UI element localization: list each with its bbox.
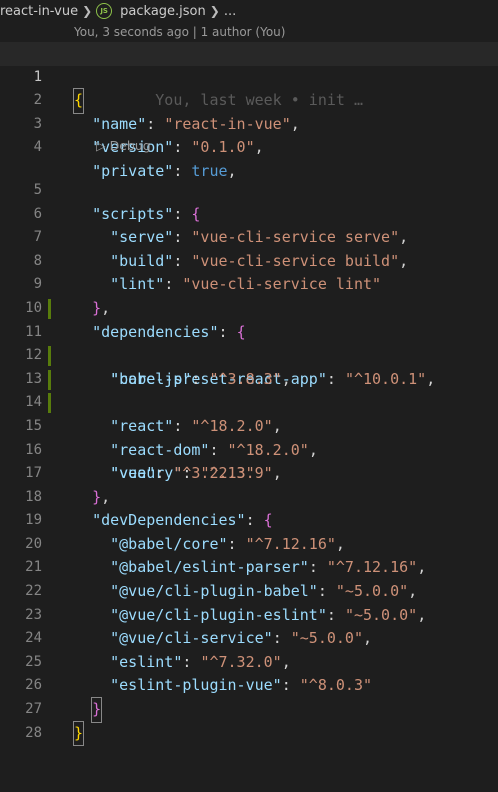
git-added-marker[interactable] (48, 298, 51, 319)
code-line[interactable]: 28 (0, 698, 498, 741)
codelens-debug[interactable]: ▷ Debug (0, 136, 498, 155)
breadcrumb-file[interactable]: package.json (120, 4, 206, 19)
code-line[interactable]: 19 "@babel/core": "^7.12.16", (0, 486, 498, 553)
breadcrumb: react-in-vue ❯ JS package.json ❯ ... (0, 0, 498, 22)
code-line[interactable]: 11 "babel-preset-react-app": "^10.0.1", (0, 297, 498, 388)
code-line[interactable]: 4 "private": true, (0, 113, 498, 180)
code-line[interactable]: 1 { You, last week • init … (0, 42, 498, 114)
breadcrumb-more[interactable]: ... (224, 4, 236, 19)
code-line[interactable]: 9 }, (0, 250, 498, 317)
git-added-marker[interactable] (48, 369, 51, 390)
code-line[interactable]: 25 "eslint-plugin-vue": "^8.0.3" (0, 627, 498, 695)
breadcrumb-folder[interactable]: react-in-vue (0, 4, 78, 19)
code-editor[interactable]: 1 { You, last week • init … 2 "name": "r… (0, 42, 498, 747)
chevron-right-icon: ❯ (82, 4, 93, 18)
code-line[interactable]: 8 "lint": "vue-cli-service lint" (0, 226, 498, 294)
code-line[interactable]: 10 "dependencies": { (0, 273, 498, 341)
git-added-marker[interactable] (48, 393, 51, 414)
play-icon: ▷ (96, 138, 110, 154)
code-line[interactable]: 3 "version": "0.1.0", (0, 89, 498, 157)
code-line[interactable]: 17 }, (0, 439, 498, 506)
code-line[interactable]: 24 "eslint": "^7.32.0", (0, 604, 498, 671)
json-file-icon: JS (96, 3, 113, 19)
code-line[interactable]: 5 "scripts": { (0, 155, 498, 223)
code-line[interactable]: 7 "build": "vue-cli-service build", (0, 203, 498, 270)
code-line[interactable]: 18 "devDependencies": { (0, 462, 498, 530)
git-added-marker[interactable] (48, 346, 51, 367)
codelens-author-info[interactable]: You, 3 seconds ago | 1 author (You) (74, 25, 285, 42)
code-line[interactable]: 15 "veaury": "^2.3.9", (0, 391, 498, 482)
code-line[interactable]: 13 "react": "^18.2.0", (0, 344, 498, 435)
code-line[interactable]: 6 "serve": "vue-cli-service serve", (0, 179, 498, 247)
code-line[interactable]: 21 "@vue/cli-plugin-babel": "~5.0.0", (0, 533, 498, 600)
debug-link[interactable]: Debug (110, 138, 151, 153)
code-line[interactable]: 22 "@vue/cli-plugin-eslint": "~5.0.0", (0, 556, 498, 624)
code-line[interactable]: 2 "name": "react-in-vue", (0, 66, 498, 133)
code-line[interactable]: 12 "core-js": "^3.8.3", (0, 321, 498, 388)
code-line[interactable]: 26 } (0, 651, 498, 723)
code-line[interactable]: 20 "@babel/eslint-parser": "^7.12.16", (0, 509, 498, 577)
code-line[interactable]: 16 "vue": "^3.2.13" (0, 415, 498, 483)
code-line[interactable]: 23 "@vue/cli-service": "~5.0.0", (0, 580, 498, 648)
chevron-right-icon: ❯ (209, 4, 220, 18)
code-line[interactable]: 27 } (0, 674, 498, 747)
code-line[interactable]: 14 "react-dom": "^18.2.0", (0, 368, 498, 459)
